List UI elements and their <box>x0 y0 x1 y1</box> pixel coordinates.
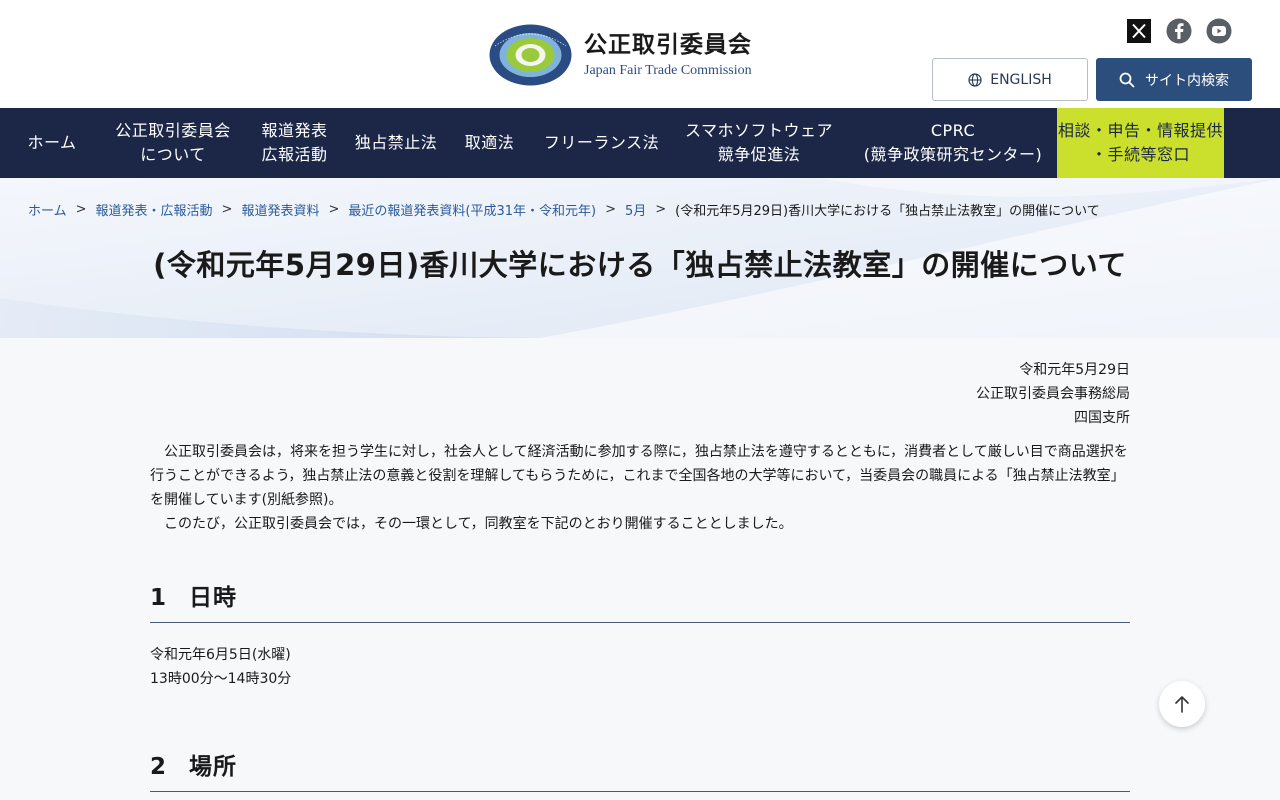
breadcrumb-separator: > <box>75 202 87 217</box>
release-meta: 令和元年5月29日 公正取引委員会事務総局 四国支所 <box>150 358 1130 430</box>
section-heading-venue: 2 場所 <box>150 747 1130 792</box>
global-nav: ホーム 公正取引委員会 について 報道発表 広報活動 独占禁止法 取適法 フリー… <box>0 108 1280 178</box>
breadcrumb: ホーム > 報道発表・広報活動 > 報道発表資料 > 最近の報道発表資料(平成3… <box>28 200 1100 219</box>
logo-english-name: Japan Fair Trade Commission <box>584 62 752 78</box>
breadcrumb-link-may[interactable]: 5月 <box>625 200 646 219</box>
breadcrumb-link-press[interactable]: 報道発表・広報活動 <box>96 200 213 219</box>
nav-item-antimonopoly[interactable]: 独占禁止法 <box>347 108 445 178</box>
search-icon <box>1119 72 1135 87</box>
logo-japanese-name: 公正取引委員会 <box>584 31 752 58</box>
nav-item-cprc[interactable]: CPRC (競争政策研究センター) <box>849 108 1057 178</box>
english-button[interactable]: ENGLISH <box>932 58 1088 101</box>
site-search-button[interactable]: サイト内検索 <box>1096 58 1252 101</box>
nav-item-consultation[interactable]: 相談・申告・情報提供 ・手続等窓口 <box>1057 108 1224 178</box>
main-content: 令和元年5月29日 公正取引委員会事務総局 四国支所 公正取引委員会は，将来を担… <box>150 338 1130 792</box>
section-title: 日時 <box>189 585 238 611</box>
nav-item-freelance[interactable]: フリーランス法 <box>534 108 669 178</box>
nav-item-about[interactable]: 公正取引委員会 について <box>104 108 242 178</box>
arrow-up-icon <box>1175 696 1189 713</box>
breadcrumb-link-home[interactable]: ホーム <box>28 200 67 219</box>
x-icon[interactable] <box>1126 18 1152 44</box>
breadcrumb-separator: > <box>655 202 667 217</box>
breadcrumb-separator: > <box>605 202 616 217</box>
breadcrumb-link-recent-releases[interactable]: 最近の報道発表資料(平成31年・令和元年) <box>348 200 596 219</box>
event-date: 令和元年6月5日(水曜) <box>150 647 291 663</box>
site-header: 公正取引委員会 Japan Fair Trade Commission ENGL… <box>0 0 1280 108</box>
facebook-icon[interactable] <box>1166 18 1192 44</box>
nav-item-press[interactable]: 報道発表 広報活動 <box>242 108 347 178</box>
release-date: 令和元年5月29日 <box>1019 362 1130 378</box>
nav-item-home[interactable]: ホーム <box>0 108 104 178</box>
section-number: 1 <box>150 585 168 611</box>
social-links <box>1126 18 1232 44</box>
breadcrumb-separator: > <box>328 202 340 217</box>
jftc-emblem-icon <box>489 24 572 86</box>
youtube-icon[interactable] <box>1206 18 1232 44</box>
breadcrumb-separator: > <box>221 202 233 217</box>
globe-icon <box>968 72 982 87</box>
nav-item-subcontract[interactable]: 取適法 <box>445 108 534 178</box>
section-number: 2 <box>150 754 168 780</box>
page-hero: ホーム > 報道発表・広報活動 > 報道発表資料 > 最近の報道発表資料(平成3… <box>0 178 1280 338</box>
announcement-paragraph: このたび，公正取引委員会では，その一環として，同教室を下記のとおり開催することと… <box>164 516 793 532</box>
section-title: 場所 <box>189 754 238 780</box>
english-button-label: ENGLISH <box>990 71 1052 88</box>
section-body-datetime: 令和元年6月5日(水曜) 13時00分〜14時30分 <box>150 643 1130 691</box>
page-title: (令和元年5月29日)香川大学における「独占禁止法教室」の開催について <box>153 248 1127 282</box>
section-heading-datetime: 1 日時 <box>150 578 1130 623</box>
site-search-label: サイト内検索 <box>1145 72 1229 89</box>
breadcrumb-link-press-releases[interactable]: 報道発表資料 <box>241 200 319 219</box>
site-logo[interactable]: 公正取引委員会 Japan Fair Trade Commission <box>489 24 752 86</box>
nav-item-smartphone-act[interactable]: スマホソフトウェア 競争促進法 <box>669 108 849 178</box>
release-branch: 四国支所 <box>1074 410 1130 426</box>
intro-paragraph: 公正取引委員会は，将来を担う学生に対し，社会人として経済活動に参加する際に，独占… <box>150 444 1128 508</box>
event-time: 13時00分〜14時30分 <box>150 671 292 687</box>
back-to-top-button[interactable] <box>1159 681 1205 727</box>
breadcrumb-current: (令和元年5月29日)香川大学における「独占禁止法教室」の開催について <box>675 204 1100 219</box>
release-organization: 公正取引委員会事務総局 <box>976 386 1130 402</box>
